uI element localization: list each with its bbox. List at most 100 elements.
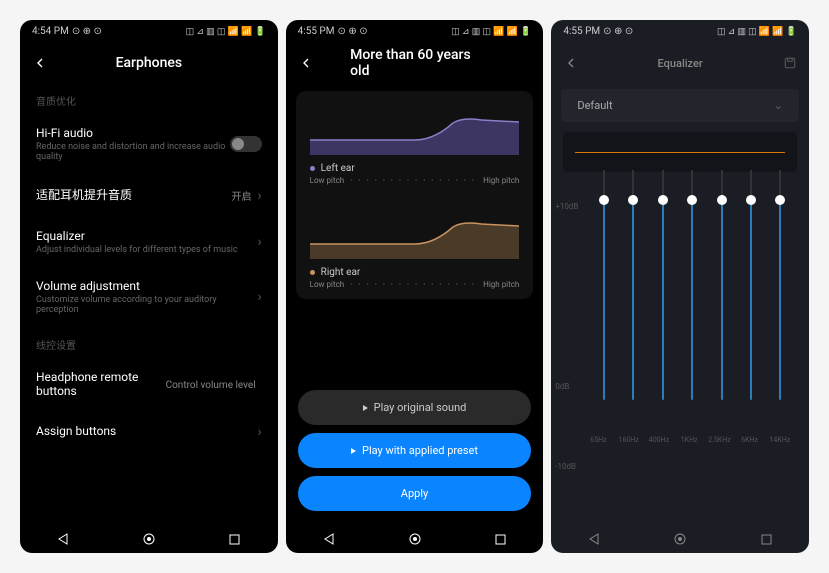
- slider-thumb[interactable]: [717, 195, 727, 205]
- nav-recent-icon[interactable]: [492, 531, 508, 547]
- button-row: Play original sound Play with applied pr…: [286, 390, 544, 523]
- slider-thumb[interactable]: [658, 195, 668, 205]
- assign-buttons-row[interactable]: Assign buttons ›: [20, 412, 278, 452]
- chevron-down-icon: ⌄: [774, 99, 783, 112]
- preset-name: Default: [577, 99, 612, 112]
- settings-list: 音质优化 Hi-Fi audio Reduce noise and distor…: [20, 83, 278, 523]
- chevron-right-icon: ›: [257, 424, 261, 440]
- status-bar: 4:55 PM⊙ ⊕ ⊙ ◫ ⊿ ▥ ◫ 📶 📶 🔋: [551, 20, 809, 43]
- left-ear-section: Left ear Low pitch • • • • • • • • • • •…: [296, 91, 534, 195]
- item-sub: Customize volume according to your audit…: [36, 295, 257, 315]
- nav-home-icon[interactable]: [407, 531, 423, 547]
- dot-icon: [310, 270, 315, 275]
- item-title: Headphone remote buttons: [36, 370, 166, 398]
- nav-back-icon[interactable]: [55, 531, 71, 547]
- hifi-toggle[interactable]: [230, 136, 262, 152]
- freq-label: 2.5KHz: [707, 436, 731, 444]
- nav-recent-icon[interactable]: [227, 531, 243, 547]
- section-label: 线控设置: [20, 327, 278, 358]
- freq-label: 14KHz: [768, 436, 792, 444]
- eq-slider-1KHz[interactable]: [680, 192, 704, 432]
- eq-content: Default ⌄ +10dB 0dB -10dB 65Hz160Hz400Hz…: [551, 83, 809, 523]
- status-bar: 4:54 PM⊙ ⊕ ⊙ ◫ ⊿ ▥ ◫ 📶 📶 🔋: [20, 20, 278, 43]
- back-icon[interactable]: [563, 55, 579, 71]
- item-value: 开启: [231, 188, 251, 203]
- status-time: 4:54 PM: [32, 26, 69, 37]
- low-pitch-label: Low pitch: [310, 176, 345, 185]
- headphone-remote-row[interactable]: Headphone remote buttons Control volume …: [20, 358, 278, 412]
- item-title: Equalizer: [36, 229, 257, 243]
- adapt-headphone-row[interactable]: 适配耳机提升音质 开启 ›: [20, 174, 278, 217]
- nav-bar: [286, 523, 544, 553]
- nav-home-icon[interactable]: [672, 531, 688, 547]
- equalizer-row[interactable]: Equalizer Adjust individual levels for d…: [20, 217, 278, 267]
- slider-thumb[interactable]: [687, 195, 697, 205]
- slider-thumb[interactable]: [775, 195, 785, 205]
- page-title: Equalizer: [658, 57, 703, 70]
- back-icon[interactable]: [32, 55, 48, 71]
- curves-content: Left ear Low pitch • • • • • • • • • • •…: [286, 83, 544, 523]
- freq-label: 65Hz: [586, 436, 610, 444]
- low-pitch-label: Low pitch: [310, 280, 345, 289]
- header: Earphones: [20, 43, 278, 83]
- chevron-right-icon: ›: [257, 234, 261, 250]
- nav-back-icon[interactable]: [586, 531, 602, 547]
- y-zero-label: 0dB: [555, 382, 569, 391]
- slider-thumb[interactable]: [628, 195, 638, 205]
- status-right: ◫ ⊿ ▥ ◫ 📶 📶 🔋: [451, 27, 531, 37]
- right-ear-label: Right ear: [310, 267, 520, 278]
- nav-recent-icon[interactable]: [758, 531, 774, 547]
- eq-slider-160Hz[interactable]: [621, 192, 645, 432]
- wave-preview: [563, 132, 797, 172]
- page-title: Earphones: [116, 55, 183, 71]
- header: Equalizer: [551, 43, 809, 83]
- status-right: ◫ ⊿ ▥ ◫ 📶 📶 🔋: [186, 27, 266, 37]
- freq-label: 1KHz: [677, 436, 701, 444]
- nav-bar: [551, 523, 809, 553]
- pitch-scale: Low pitch • • • • • • • • • • • • • • • …: [310, 280, 520, 289]
- volume-adjustment-row[interactable]: Volume adjustment Customize volume accor…: [20, 267, 278, 327]
- preset-selector[interactable]: Default ⌄: [561, 89, 799, 122]
- status-time: 4:55 PM: [563, 26, 600, 37]
- nav-back-icon[interactable]: [321, 531, 337, 547]
- freq-label: 6KHz: [738, 436, 762, 444]
- save-icon[interactable]: [783, 56, 797, 70]
- item-sub: Adjust individual levels for different t…: [36, 245, 257, 255]
- play-preset-button[interactable]: Play with applied preset: [298, 433, 532, 468]
- apply-button[interactable]: Apply: [298, 476, 532, 511]
- status-icons: ⊙ ⊕ ⊙: [337, 26, 367, 37]
- nav-home-icon[interactable]: [141, 531, 157, 547]
- eq-sliders: [575, 182, 809, 432]
- dot-icon: [310, 166, 315, 171]
- slider-thumb[interactable]: [599, 195, 609, 205]
- left-ear-curve: [310, 105, 520, 155]
- eq-slider-400Hz[interactable]: [651, 192, 675, 432]
- screen-volume-preset: 4:55 PM⊙ ⊕ ⊙ ◫ ⊿ ▥ ◫ 📶 📶 🔋 More than 60 …: [286, 20, 544, 553]
- slider-thumb[interactable]: [746, 195, 756, 205]
- item-title: Volume adjustment: [36, 279, 257, 293]
- section-label: 音质优化: [20, 83, 278, 114]
- status-time: 4:55 PM: [298, 26, 335, 37]
- screen-equalizer: 4:55 PM⊙ ⊕ ⊙ ◫ ⊿ ▥ ◫ 📶 📶 🔋 Equalizer Def…: [551, 20, 809, 553]
- status-bar: 4:55 PM⊙ ⊕ ⊙ ◫ ⊿ ▥ ◫ 📶 📶 🔋: [286, 20, 544, 43]
- eq-slider-2.5KHz[interactable]: [710, 192, 734, 432]
- item-title: 适配耳机提升音质: [36, 186, 231, 203]
- eq-slider-65Hz[interactable]: [592, 192, 616, 432]
- header: More than 60 years old: [286, 43, 544, 83]
- status-right: ◫ ⊿ ▥ ◫ 📶 📶 🔋: [717, 27, 797, 37]
- curve-panel: Left ear Low pitch • • • • • • • • • • •…: [296, 91, 534, 299]
- right-ear-section: Right ear Low pitch • • • • • • • • • • …: [296, 195, 534, 299]
- page-title: More than 60 years old: [350, 47, 479, 79]
- item-value: Control volume level: [166, 380, 256, 391]
- eq-slider-14KHz[interactable]: [768, 192, 792, 432]
- item-title: Assign buttons: [36, 424, 257, 438]
- chevron-right-icon: ›: [257, 289, 261, 305]
- high-pitch-label: High pitch: [483, 280, 519, 289]
- hifi-audio-row[interactable]: Hi-Fi audio Reduce noise and distortion …: [20, 114, 278, 174]
- y-minus-label: -10dB: [555, 462, 576, 471]
- eq-slider-6KHz[interactable]: [739, 192, 763, 432]
- play-original-button[interactable]: Play original sound: [298, 390, 532, 425]
- status-icons: ⊙ ⊕ ⊙: [603, 26, 633, 37]
- right-ear-curve: [310, 209, 520, 259]
- back-icon[interactable]: [298, 55, 314, 71]
